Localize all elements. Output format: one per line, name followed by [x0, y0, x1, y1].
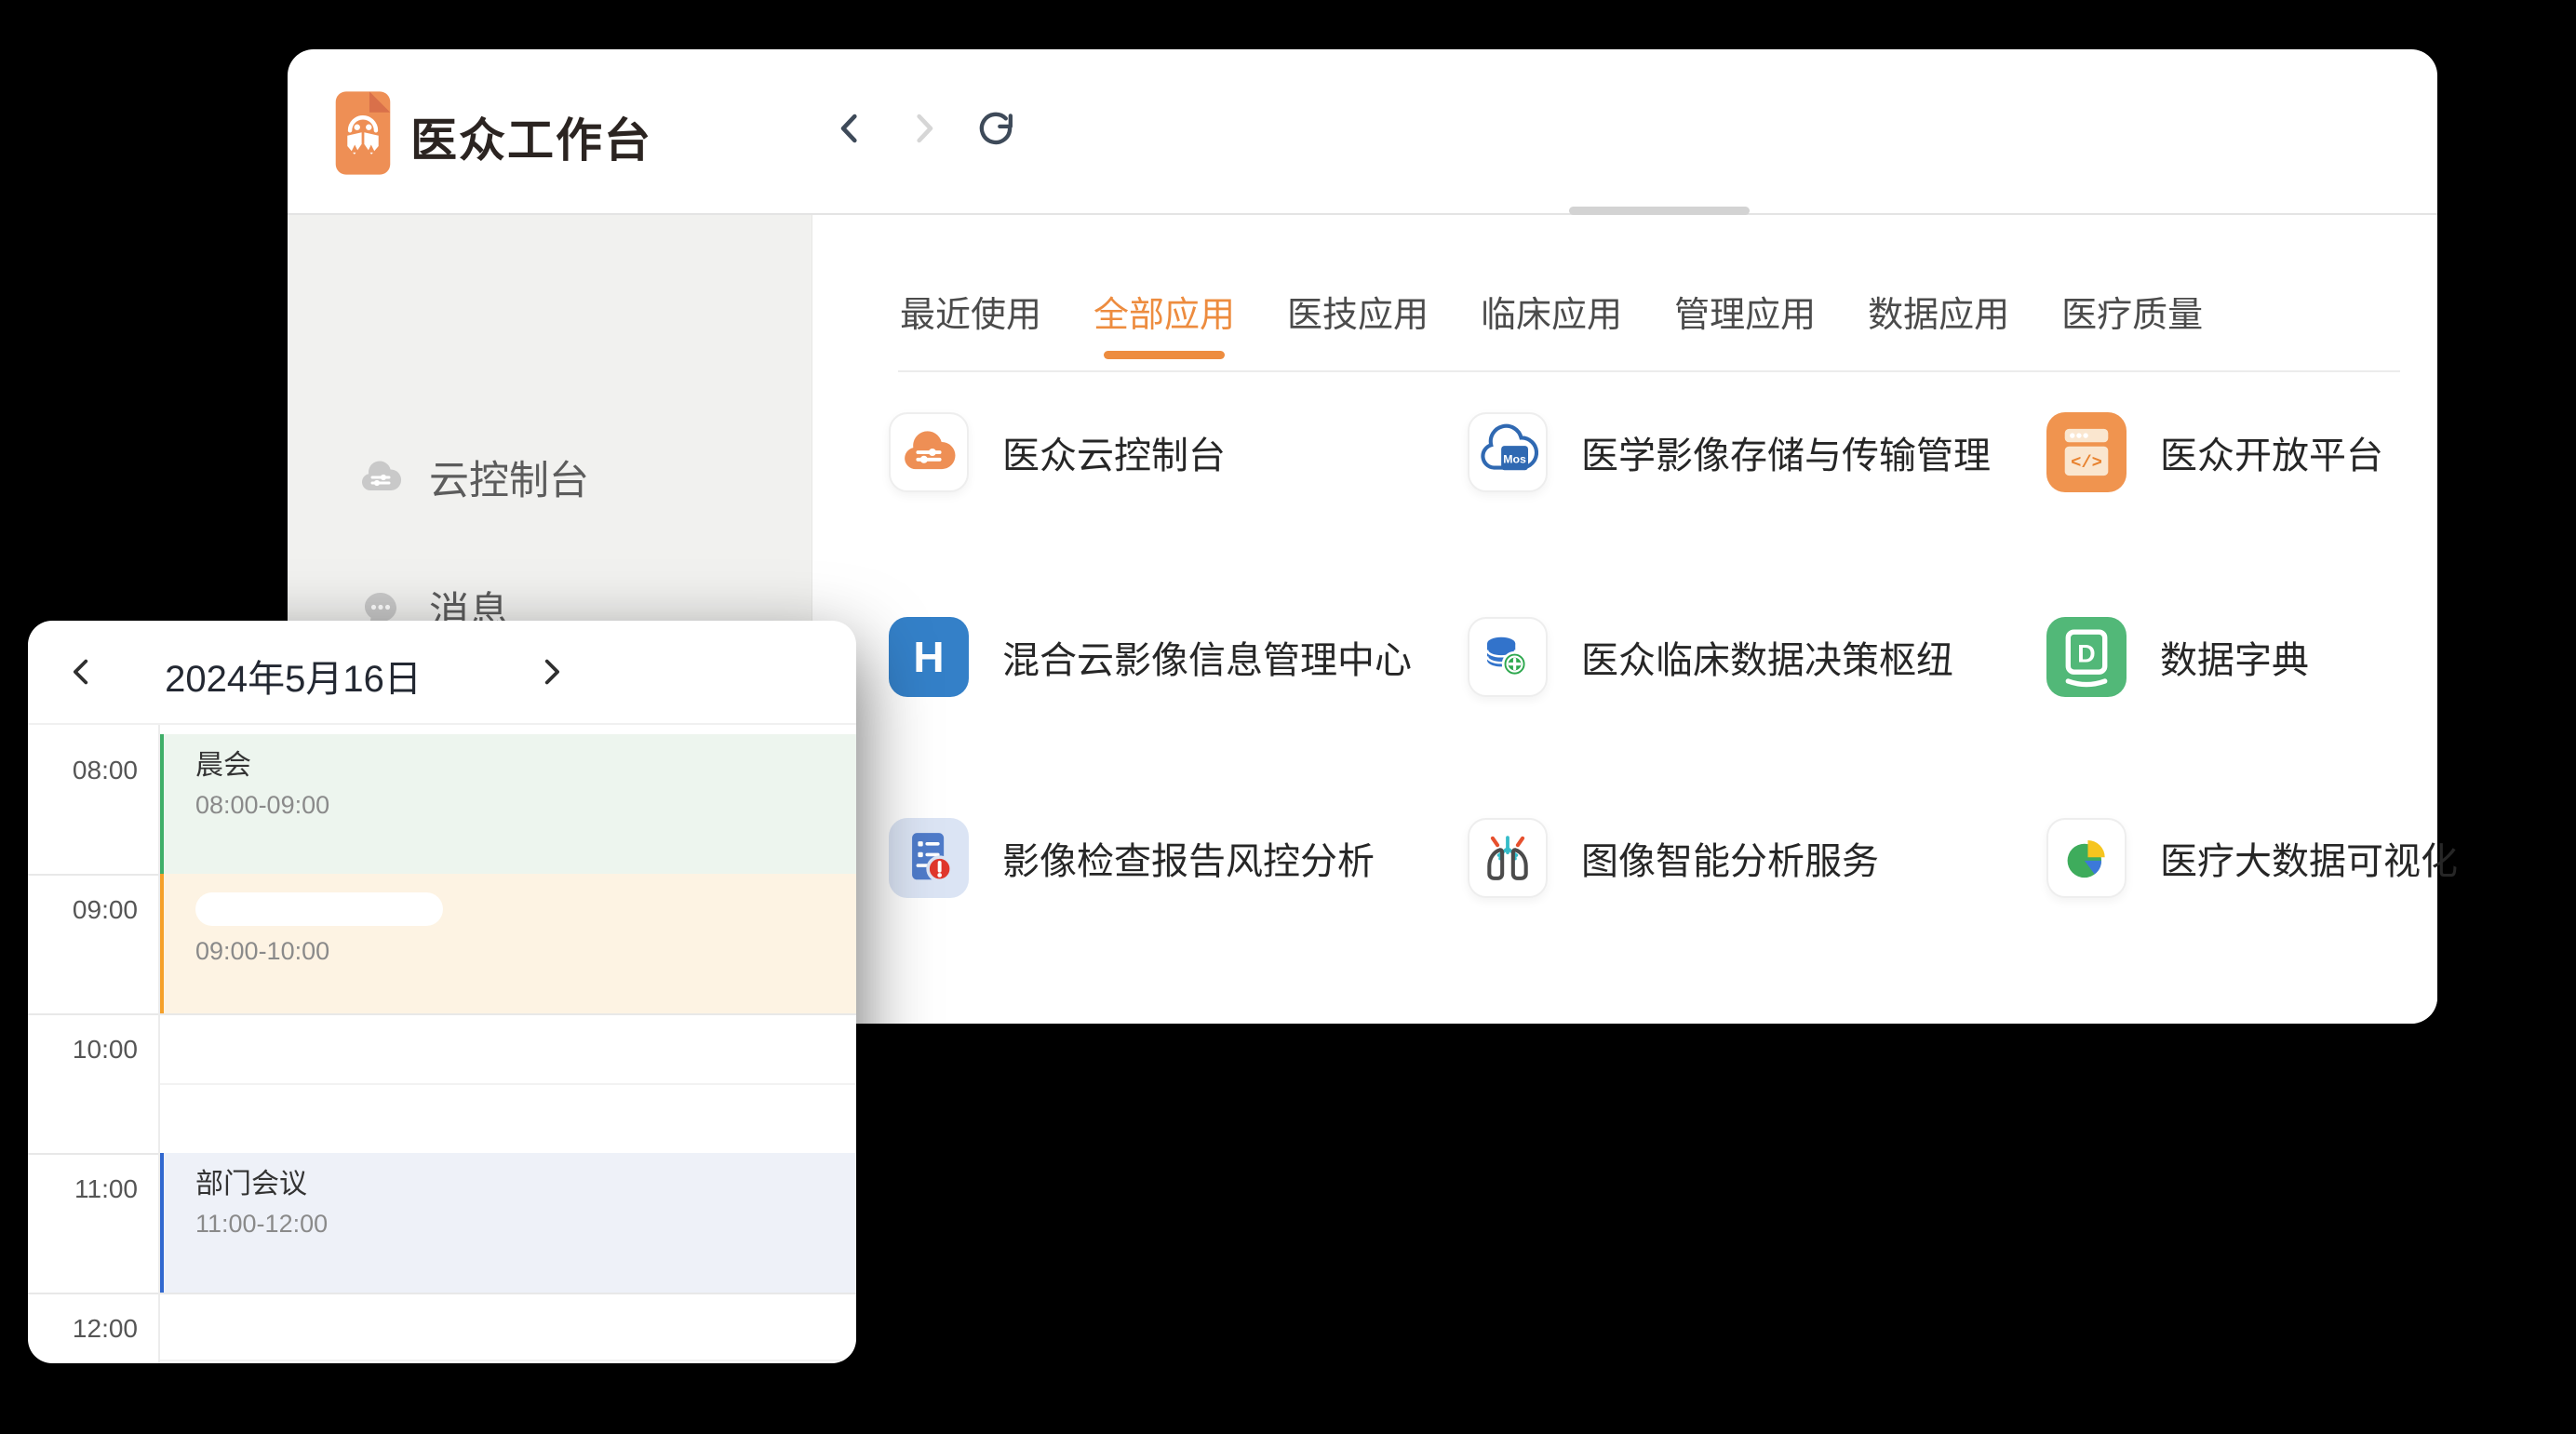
app-label: 数据字典: [2160, 630, 2309, 684]
app-cloud-console[interactable]: 医众云控制台: [889, 412, 1226, 492]
app-data-dictionary[interactable]: D 数据字典: [2046, 617, 2309, 697]
calendar-event-department-meeting[interactable]: 部门会议 11:00-12:00: [158, 1153, 856, 1293]
hour-label: 11:00: [28, 1174, 138, 1204]
hour-line: [28, 1013, 856, 1015]
cloud-console-icon: [358, 455, 403, 500]
event-time: 11:00-12:00: [195, 1210, 856, 1239]
chevron-left-icon: [63, 653, 101, 690]
window-title: 医众工作台: [410, 103, 652, 170]
half-hour-line: [159, 1083, 856, 1085]
redacted-event-title: [195, 892, 443, 926]
open-platform-icon: </>: [2046, 412, 2127, 492]
chevron-left-icon: [829, 107, 872, 150]
image-ai-lungs-icon: [1475, 825, 1540, 891]
hour-line: [28, 1293, 856, 1294]
calendar-date: 2024年5月16日: [140, 649, 447, 703]
bigdata-pie-icon: [2054, 825, 2119, 891]
calendar-panel: 2024年5月16日 08:00 09:00 10:00 11:00 12:00: [28, 621, 856, 1363]
tab-management-apps[interactable]: 管理应用: [1672, 286, 1818, 337]
app-label: 医众临床数据决策枢纽: [1581, 630, 1953, 684]
app-logo-icon: [334, 90, 392, 176]
medical-image-storage-icon: Mos: [1477, 422, 1538, 483]
app-label: 影像检查报告风控分析: [1002, 831, 1375, 885]
code-glyph: </>: [2071, 452, 2102, 473]
mos-badge-text: Mos: [1503, 453, 1526, 466]
tab-recently-used[interactable]: 最近使用: [898, 286, 1043, 337]
app-clinical-data-hub[interactable]: 医众临床数据决策枢纽: [1468, 617, 1953, 697]
app-medical-image-storage[interactable]: Mos 医学影像存储与传输管理: [1468, 412, 1991, 492]
tab-bar: 最近使用 全部应用 医技应用 临床应用 管理应用 数据应用 医疗质量: [898, 215, 2400, 372]
desktop-background: 医众工作台: [0, 0, 2576, 1434]
hybrid-cloud-icon: H: [913, 636, 944, 678]
dictionary-letter: D: [2077, 639, 2095, 667]
hour-label: 09:00: [28, 895, 138, 925]
titlebar: 医众工作台: [288, 49, 2437, 213]
content-area: 最近使用 全部应用 医技应用 临床应用 管理应用 数据应用 医疗质量: [812, 215, 2437, 1024]
half-hour-line: [159, 1360, 856, 1361]
tab-clinical-apps[interactable]: 临床应用: [1479, 286, 1624, 337]
forward-button[interactable]: [902, 107, 945, 150]
sidebar-item-label: 云控制台: [429, 449, 589, 506]
back-button[interactable]: [829, 107, 872, 150]
chevron-right-icon: [532, 653, 570, 690]
app-image-ai-analysis[interactable]: 图像智能分析服务: [1468, 818, 1879, 898]
event-title: 部门会议: [195, 1168, 856, 1201]
hour-label: 08:00: [28, 756, 138, 785]
event-time: 08:00-09:00: [195, 791, 856, 820]
clinical-data-hub-icon: [1477, 626, 1538, 688]
tab-data-apps[interactable]: 数据应用: [1866, 286, 2011, 337]
tab-medtech-apps[interactable]: 医技应用: [1285, 286, 1430, 337]
app-label: 医疗大数据可视化: [2160, 831, 2458, 885]
data-dictionary-icon: D: [2046, 617, 2127, 697]
chevron-right-icon: [902, 107, 945, 150]
app-report-risk-analysis[interactable]: 影像检查报告风控分析: [889, 818, 1375, 898]
report-risk-icon: [889, 818, 969, 898]
app-label: 图像智能分析服务: [1581, 831, 1879, 885]
app-label: 医学影像存储与传输管理: [1581, 425, 1991, 479]
hour-label: 10:00: [28, 1035, 138, 1065]
calendar-body: 08:00 09:00 10:00 11:00 12:00 晨会 08:00-0…: [28, 725, 856, 1363]
event-title: 晨会: [195, 749, 856, 783]
sidebar-item-cloud-console[interactable]: 云控制台: [288, 431, 812, 524]
calendar-event-morning-meeting[interactable]: 晨会 08:00-09:00: [158, 734, 856, 874]
tab-all-apps[interactable]: 全部应用: [1092, 286, 1237, 337]
app-label: 医众开放平台: [2160, 425, 2383, 479]
calendar-header: 2024年5月16日: [28, 621, 856, 725]
app-open-platform[interactable]: </> 医众开放平台: [2046, 412, 2383, 492]
tab-medical-quality[interactable]: 医疗质量: [2059, 286, 2205, 337]
hour-label: 12:00: [28, 1314, 138, 1344]
time-gutter-divider: [158, 725, 160, 1363]
refresh-button[interactable]: [974, 107, 1017, 150]
app-bigdata-visualization[interactable]: 医疗大数据可视化: [2046, 818, 2458, 898]
app-hybrid-cloud-center[interactable]: H 混合云影像信息管理中心: [889, 617, 1412, 697]
app-label: 混合云影像信息管理中心: [1002, 630, 1412, 684]
refresh-icon: [974, 107, 1017, 150]
scrollbar-thumb[interactable]: [1569, 207, 1750, 215]
calendar-next-button[interactable]: [530, 651, 571, 692]
calendar-event-redacted[interactable]: 09:00-10:00: [158, 874, 856, 1013]
calendar-prev-button[interactable]: [61, 651, 102, 692]
app-label: 医众云控制台: [1002, 425, 1226, 479]
cloud-console-app-icon: [900, 423, 958, 481]
event-time: 09:00-10:00: [195, 937, 856, 966]
